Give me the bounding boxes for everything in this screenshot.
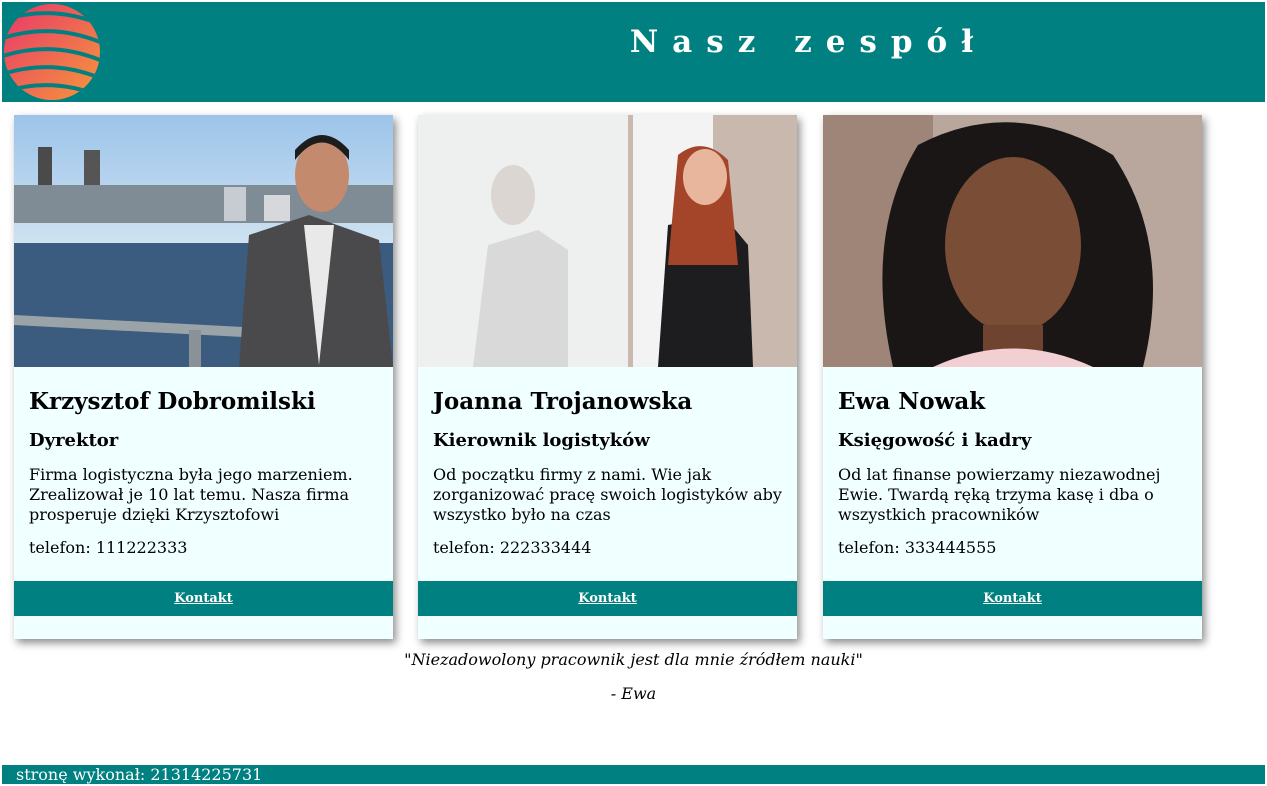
page-footer: stronę wykonał: 21314225731 xyxy=(2,765,1265,784)
member-description: Od lat finanse powierzamy niezawodnej Ew… xyxy=(838,465,1161,524)
member-name: Joanna Trojanowska xyxy=(433,388,693,415)
team-member-photo xyxy=(418,115,797,367)
contact-button[interactable]: Kontakt xyxy=(823,581,1202,616)
card-body: Krzysztof Dobromilski Dyrektor Firma log… xyxy=(29,387,381,558)
member-name: Krzysztof Dobromilski xyxy=(29,388,316,415)
team-card: Krzysztof Dobromilski Dyrektor Firma log… xyxy=(14,115,393,639)
contact-button[interactable]: Kontakt xyxy=(14,581,393,616)
member-phone: telefon: 333444555 xyxy=(838,538,997,557)
team-card: Joanna Trojanowska Kierownik logistyków … xyxy=(418,115,797,639)
member-role: Kierownik logistyków xyxy=(433,430,650,451)
member-description: Od początku firmy z nami. Wie jak zorgan… xyxy=(433,465,782,524)
member-description: Firma logistyczna była jego marzeniem. Z… xyxy=(29,465,353,524)
quote-text: "Niezadowolony pracownik jest dla mnie ź… xyxy=(404,650,863,669)
page-header: Nasz zespół xyxy=(2,2,1265,102)
card-body: Ewa Nowak Księgowość i kadry Od lat fina… xyxy=(838,387,1190,558)
team-member-photo xyxy=(823,115,1202,367)
member-phone: telefon: 111222333 xyxy=(29,538,188,557)
page-title: Nasz zespół xyxy=(629,24,988,60)
team-card: Ewa Nowak Księgowość i kadry Od lat fina… xyxy=(823,115,1202,639)
member-role: Księgowość i kadry xyxy=(838,430,1032,451)
team-member-photo xyxy=(14,115,393,367)
member-phone: telefon: 222333444 xyxy=(433,538,592,557)
card-body: Joanna Trojanowska Kierownik logistyków … xyxy=(433,387,785,558)
member-role: Dyrektor xyxy=(29,430,119,451)
contact-button[interactable]: Kontakt xyxy=(418,581,797,616)
quote-author: - Ewa xyxy=(610,684,657,703)
member-name: Ewa Nowak xyxy=(838,388,986,415)
team-cards: Krzysztof Dobromilski Dyrektor Firma log… xyxy=(14,115,1214,639)
